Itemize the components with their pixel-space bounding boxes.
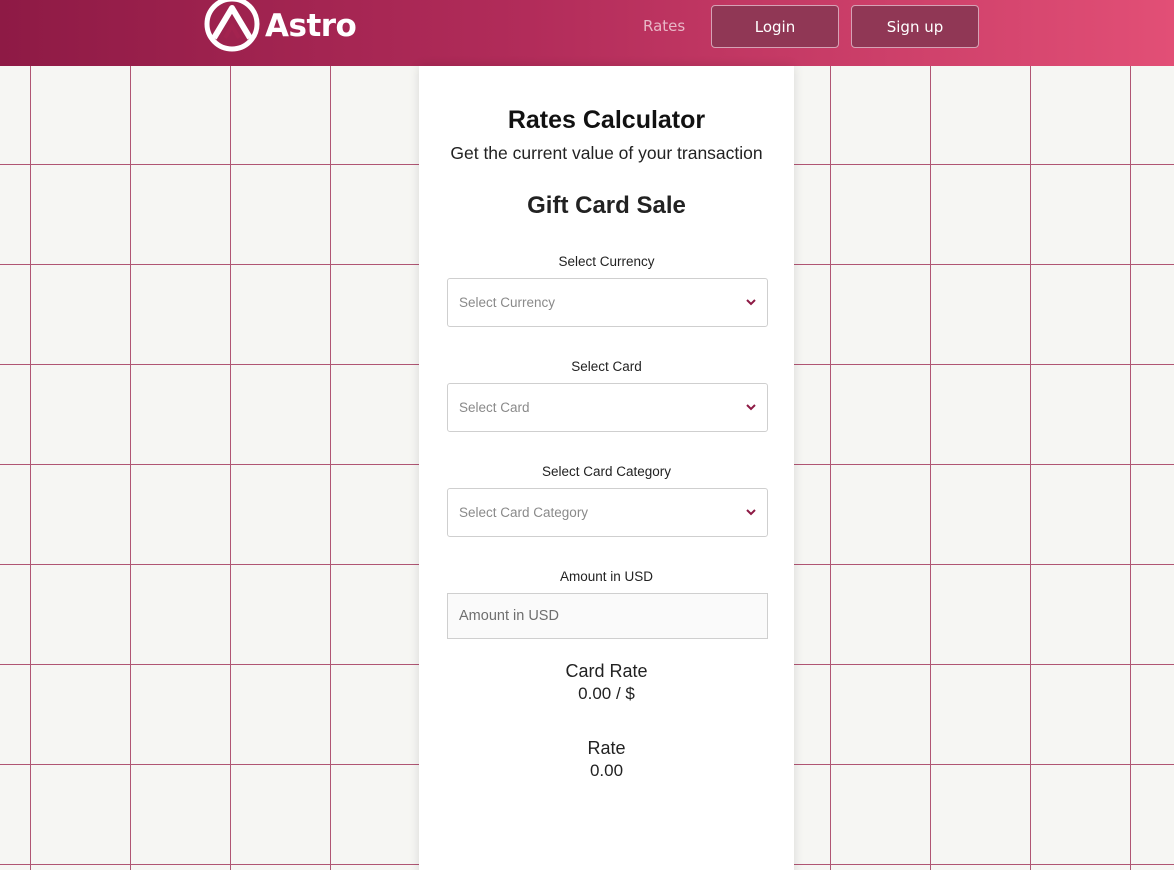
brand-name: Astro	[265, 8, 357, 44]
top-navbar: Astro Rates Login Sign up	[0, 0, 1174, 66]
card-select-placeholder: Select Card	[459, 400, 530, 415]
page-title: Rates Calculator	[507, 106, 706, 134]
card-label: Select Card	[571, 359, 642, 374]
chevron-down-icon	[746, 404, 756, 411]
card-rate-value: 0.00 / $	[578, 684, 635, 703]
currency-label: Select Currency	[558, 254, 655, 269]
chevron-down-icon	[746, 509, 756, 516]
chevron-down-icon	[746, 299, 756, 306]
triangle-circle-logo-icon	[204, 0, 260, 52]
amount-label: Amount in USD	[559, 569, 654, 584]
card-category-select-placeholder: Select Card Category	[459, 505, 589, 520]
card-category-label: Select Card Category	[541, 464, 672, 479]
card-category-select[interactable]: Select Card Category	[447, 488, 768, 537]
login-button[interactable]: Login	[711, 5, 839, 48]
card-rate-label: Card Rate	[565, 661, 648, 681]
rate-value: 0.00	[589, 761, 624, 780]
currency-select-placeholder: Select Currency	[459, 295, 556, 310]
rate-label: Rate	[587, 738, 626, 758]
signup-button[interactable]: Sign up	[851, 5, 979, 48]
currency-select[interactable]: Select Currency	[447, 278, 768, 327]
card-select[interactable]: Select Card	[447, 383, 768, 432]
page-subtitle: Get the current value of your transactio…	[450, 143, 763, 163]
brand-logo[interactable]: Astro	[201, 0, 357, 52]
rates-calculator-card: Rates Calculator Get the current value o…	[419, 66, 794, 870]
amount-input[interactable]	[447, 593, 768, 639]
section-title: Gift Card Sale	[527, 192, 686, 219]
nav-link-rates[interactable]: Rates	[643, 17, 685, 35]
